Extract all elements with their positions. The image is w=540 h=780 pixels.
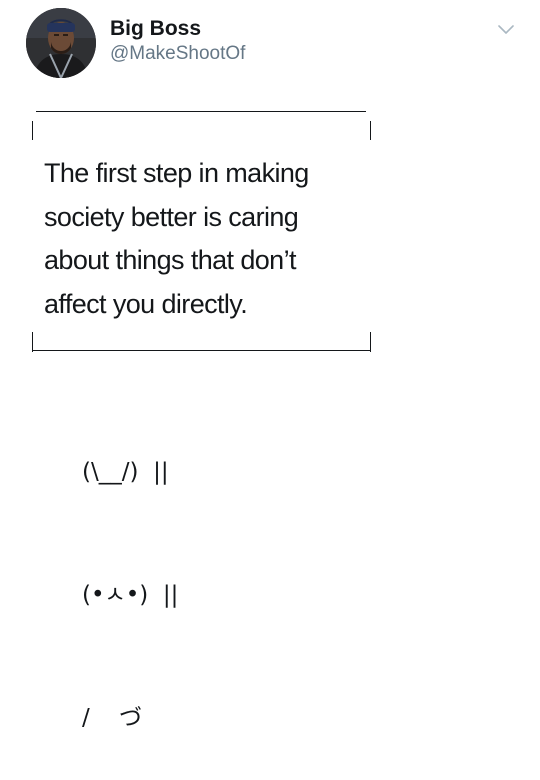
- sign-text: The first step in making society better …: [44, 152, 364, 326]
- bunny-ascii-art: (\__/) || (•ㅅ•) || / づ: [82, 370, 178, 780]
- sign-bottom-border: [33, 350, 370, 351]
- sign-line: about things that don’t: [44, 245, 297, 275]
- author-display-name[interactable]: Big Boss: [110, 16, 201, 42]
- author-handle[interactable]: @MakeShootOf: [110, 42, 245, 66]
- sign-right-edge-bottom: [370, 332, 371, 352]
- tweet-menu-button[interactable]: [496, 22, 516, 36]
- sign-left-edge-bottom: [32, 332, 33, 352]
- sign-left-edge-top: [32, 121, 33, 140]
- bunny-line: / づ: [82, 705, 142, 731]
- sign-line: The first step in making: [44, 158, 309, 188]
- sign-right-edge-top: [370, 121, 371, 140]
- bunny-line: (•ㅅ•) ||: [82, 582, 179, 608]
- sign-top-border: [36, 111, 366, 112]
- avatar-photo: [26, 8, 96, 78]
- sign-line: society better is caring: [44, 201, 299, 232]
- chevron-down-icon: [498, 25, 514, 34]
- avatar[interactable]: [26, 8, 96, 78]
- sign-line: affect you directly.: [44, 288, 248, 319]
- bunny-line: (\__/) ||: [82, 459, 169, 485]
